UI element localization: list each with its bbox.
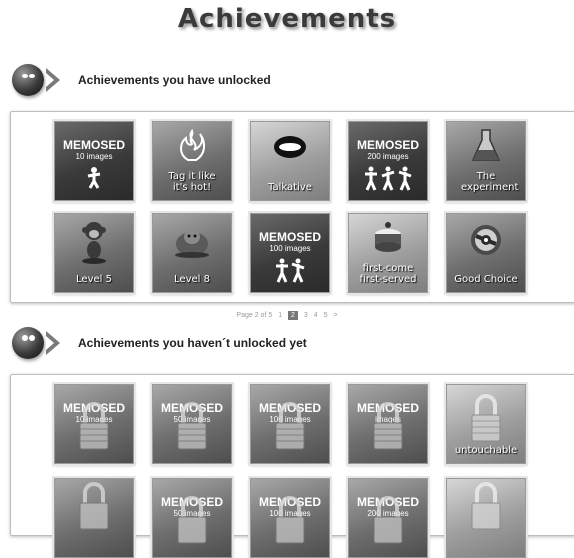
locked-achievement-memosed[interactable]: MEMOSED images — [348, 384, 428, 464]
locked-heading: Achievements you haven´t unlocked yet — [78, 336, 307, 350]
achievement-memosed-100[interactable]: MEMOSED 100 images — [250, 213, 330, 293]
locked-achievement-memosed-50[interactable]: MEMOSED 50 images — [152, 384, 232, 464]
jumpers-icon — [276, 258, 305, 283]
locked-achievement-memosed-50[interactable]: MEMOSED 50 images — [152, 478, 232, 558]
achievement-memosed-200[interactable]: MEMOSED 200 images — [348, 121, 428, 201]
locked-achievement-memosed-200[interactable]: MEMOSED 200 images — [348, 478, 428, 558]
padlock-icon — [471, 394, 501, 442]
padlock-icon — [275, 496, 305, 544]
padlock-icon — [177, 402, 207, 450]
padlock-icon — [275, 402, 305, 450]
tile-title: MEMOSED — [62, 138, 125, 152]
padlock-icon — [79, 402, 109, 450]
locked-section-header: Achievements you haven´t unlocked yet — [12, 327, 307, 359]
page-link[interactable]: 4 — [314, 312, 318, 319]
tile-subtitle: 10 images — [75, 152, 113, 161]
locked-achievement-untouchable[interactable]: untouchable — [446, 384, 526, 464]
padlock-icon — [373, 496, 403, 544]
tile-label: Level 5 — [76, 274, 112, 285]
unlocked-section-header: Achievements you have unlocked — [12, 64, 271, 96]
chevron-right-icon — [46, 68, 60, 92]
locked-achievement-memosed-100[interactable]: MEMOSED 100 images — [250, 384, 330, 464]
next-page-link[interactable]: > — [333, 312, 337, 319]
page-link[interactable]: 1 — [278, 312, 282, 319]
achievement-first-come[interactable]: first-come first-served — [348, 213, 428, 293]
achievement-talkative[interactable]: Talkative — [250, 121, 330, 201]
monkey-icon — [82, 222, 106, 264]
padlock-icon — [177, 496, 207, 544]
orb-icon — [471, 225, 501, 255]
tile-label: Tag it like it's hot! — [168, 171, 216, 193]
tile-title: MEMOSED — [356, 138, 419, 152]
unlocked-panel: MEMOSED 10 images Tag it like it's hot! … — [10, 111, 574, 303]
pagination: Page 2 of 5 1 2 3 4 5 > — [0, 311, 574, 320]
locked-panel: MEMOSED 10 images MEMOSED 50 images MEMO… — [10, 374, 574, 558]
page-link[interactable]: 5 — [324, 312, 328, 319]
flame-icon — [180, 128, 206, 161]
padlock-icon — [373, 402, 403, 450]
locked-achievement-memosed-100[interactable]: MEMOSED 100 images — [250, 478, 330, 558]
locked-achievement-memosed-10[interactable]: MEMOSED 10 images — [54, 384, 134, 464]
padlock-icon — [471, 482, 501, 530]
locked-achievement[interactable] — [54, 478, 134, 558]
smiley-icon — [12, 64, 44, 96]
creature-icon — [175, 230, 209, 258]
tile-label: The experiment — [461, 171, 519, 193]
sad-face-icon — [12, 327, 44, 359]
achievement-memosed-10[interactable]: MEMOSED 10 images — [54, 121, 134, 201]
achievement-good-choice[interactable]: Good Choice — [446, 213, 526, 293]
page-link[interactable]: 3 — [304, 312, 308, 319]
achievement-the-experiment[interactable]: The experiment — [446, 121, 526, 201]
padlock-icon — [79, 482, 109, 530]
achievement-level-5[interactable]: Level 5 — [54, 213, 134, 293]
page-title: Achievements — [0, 4, 574, 34]
tile-label: first-come first-served — [359, 263, 417, 285]
chevron-right-icon — [46, 331, 60, 355]
unlocked-heading: Achievements you have unlocked — [78, 73, 271, 87]
achievement-level-8[interactable]: Level 8 — [152, 213, 232, 293]
achievement-tag-it[interactable]: Tag it like it's hot! — [152, 121, 232, 201]
tile-label: Good Choice — [454, 274, 518, 285]
cake-icon — [375, 222, 401, 252]
tile-title: MEMOSED — [258, 230, 321, 244]
jumpers-icon — [365, 166, 412, 191]
flask-icon — [471, 129, 501, 161]
tile-subtitle: 100 images — [269, 244, 311, 253]
locked-achievement[interactable] — [446, 478, 526, 558]
page-link-current[interactable]: 2 — [288, 311, 298, 320]
tile-label: untouchable — [454, 445, 518, 456]
tile-label: Level 8 — [174, 274, 210, 285]
pagination-info: Page 2 of 5 — [236, 312, 273, 319]
lips-icon — [274, 136, 306, 158]
tile-subtitle: 200 images — [367, 152, 409, 161]
page-title-text: Achievements — [177, 4, 397, 34]
jumper-icon — [87, 167, 101, 189]
tile-label: Talkative — [268, 182, 312, 193]
